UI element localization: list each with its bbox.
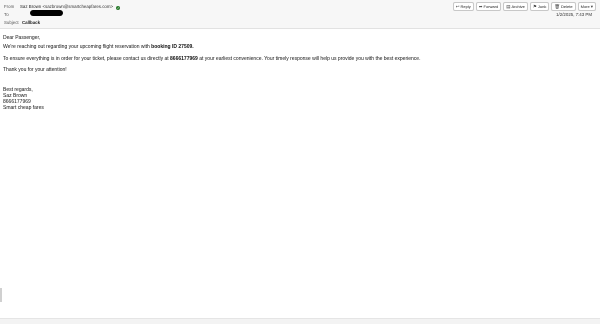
- delete-button[interactable]: 🗑 Delete: [551, 2, 576, 11]
- forward-label: Forward: [483, 4, 499, 9]
- phone-number: 8666177969: [170, 56, 198, 62]
- reply-button[interactable]: ↩ Reply: [452, 2, 474, 11]
- delete-label: Delete: [561, 4, 573, 9]
- more-button[interactable]: More ▾: [577, 2, 596, 11]
- archive-label: Archive: [511, 4, 525, 9]
- paragraph-booking: We're reaching out regarding your upcomi…: [3, 44, 194, 50]
- message-date: 1/2/2025, 7:43 PM: [556, 12, 592, 17]
- forward-button[interactable]: ➦ Forward: [475, 2, 502, 11]
- online-status-icon: ✓: [116, 5, 121, 10]
- booking-id: booking ID 27509.: [151, 44, 194, 50]
- from-label: From: [4, 4, 15, 9]
- more-label: More: [580, 4, 590, 9]
- status-bar: [0, 318, 600, 324]
- subject-text: Callback: [22, 20, 41, 25]
- junk-button[interactable]: ⚑ Junk: [529, 2, 550, 11]
- paragraph-contact-text: To ensure everything is in order for you…: [3, 56, 171, 62]
- greeting: Dear Passenger,: [3, 35, 41, 41]
- sender-email[interactable]: <sazbrown@smartcheapfares.com>: [42, 4, 113, 9]
- paragraph-contact-text-end: at your earliest convenience. Your timel…: [197, 56, 421, 62]
- forward-icon: ➦: [478, 4, 483, 9]
- scrollbar[interactable]: [0, 288, 2, 302]
- paragraph-thanks: Thank you for your attention!: [3, 67, 67, 73]
- junk-icon: ⚑: [532, 4, 537, 9]
- to-label: To: [4, 12, 9, 17]
- sender[interactable]: Saz Brown <sazbrown@smartcheapfares.com>…: [20, 4, 121, 10]
- chevron-down-icon: ▾: [590, 4, 593, 9]
- archive-button[interactable]: ▤ Archive: [503, 2, 528, 11]
- message-header: From Saz Brown <sazbrown@smartcheapfares…: [0, 0, 600, 29]
- redacted-recipient: [30, 10, 63, 16]
- reply-icon: ↩: [455, 4, 460, 9]
- paragraph-contact: To ensure everything is in order for you…: [3, 56, 420, 62]
- archive-icon: ▤: [506, 4, 511, 9]
- sender-name[interactable]: Saz Brown: [20, 4, 41, 9]
- message-toolbar: ↩ Reply ➦ Forward ▤ Archive ⚑ Junk 🗑 Del…: [452, 2, 596, 11]
- delete-icon: 🗑: [554, 4, 561, 9]
- paragraph-booking-text: We're reaching out regarding your upcomi…: [3, 44, 152, 50]
- signature-company: Smart cheap fares: [3, 105, 44, 111]
- subject-label: Subject: [4, 20, 19, 25]
- junk-label: Junk: [537, 4, 547, 9]
- reply-label: Reply: [460, 4, 471, 9]
